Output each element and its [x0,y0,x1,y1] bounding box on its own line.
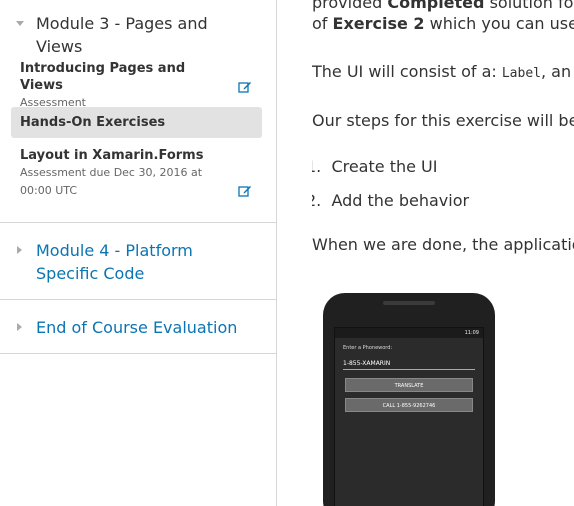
paragraph-steps-intro: Our steps for this exercise will be b [312,111,574,130]
chevron-right-icon [17,246,22,254]
text-bold: Exercise 2 [332,14,425,33]
text: , an [541,62,574,81]
module-4-header[interactable]: Module 4 - Platform Specific Code [0,223,276,285]
step-text: Create the UI [331,157,438,176]
step-number: 2. [312,191,322,210]
paragraph-result: When we are done, the application [312,235,574,254]
module-5-header[interactable]: End of Course Evaluation [0,300,276,339]
phone-input: 1-855-XAMARIN [343,359,475,370]
step-item: 1. Create the UI [312,156,437,178]
module-5-title[interactable]: End of Course Evaluation [36,316,256,339]
subsection-title: Introducing Pages and Views [20,61,186,93]
module-3-title: Module 3 - Pages and Views [36,14,208,56]
course-outline-sidebar: Module 3 - Pages and Views Introducing P… [0,0,277,506]
main-content: provided Completed solution for E of Exe… [312,0,574,506]
subsection-layout-xamarin-forms[interactable]: Layout in Xamarin.Forms Assessment due D… [11,147,262,200]
text: solution for E [489,0,574,12]
chevron-down-icon [16,21,24,26]
step-number: 1. [312,157,322,176]
module-3-header[interactable]: Module 3 - Pages and Views [0,0,276,58]
step-item: 2. Add the behavior [312,190,469,212]
module-3-section: Module 3 - Pages and Views Introducing P… [0,0,276,223]
text: provided [312,0,388,12]
phone-input-label: Enter a Phoneword: [343,345,393,351]
module-4-title[interactable]: Module 4 - Platform Specific Code [36,239,256,285]
edit-icon [238,186,251,197]
step-text: Add the behavior [331,191,470,210]
chevron-right-icon [17,323,22,331]
subsection-introducing-pages[interactable]: Introducing Pages and Views Assessment [11,60,262,112]
text: of [312,14,333,33]
code-label: Label [501,66,541,81]
subsection-title: Hands-On Exercises [20,115,166,130]
text: The UI will consist of a: [312,62,502,81]
paragraph-intro-cont: of Exercise 2 which you can use to [312,13,574,35]
text: which you can use to [429,14,574,33]
phone-status-bar: 11:09 [335,328,483,338]
phone-screen: 11:09 Enter a Phoneword: 1-855-XAMARIN T… [334,327,484,506]
module-4-section: Module 4 - Platform Specific Code [0,223,276,300]
phone-screenshot: 11:09 Enter a Phoneword: 1-855-XAMARIN T… [323,293,495,506]
phone-call-button: CALL 1-855-9262746 [345,398,473,412]
text-bold: Completed [387,0,485,12]
subsection-title: Layout in Xamarin.Forms [20,148,204,163]
paragraph-intro: provided Completed solution for E [312,0,574,14]
subsection-hands-on-exercises[interactable]: Hands-On Exercises [11,107,262,138]
paragraph-ui: The UI will consist of a: Label, an E [312,61,574,85]
phone-translate-button: TRANSLATE [345,378,473,392]
phone-speaker [383,301,435,305]
module-5-section: End of Course Evaluation [0,300,276,354]
edit-icon [238,82,251,93]
subsection-meta: Assessment due Dec 30, 2016 at 00:00 UTC [20,166,203,197]
